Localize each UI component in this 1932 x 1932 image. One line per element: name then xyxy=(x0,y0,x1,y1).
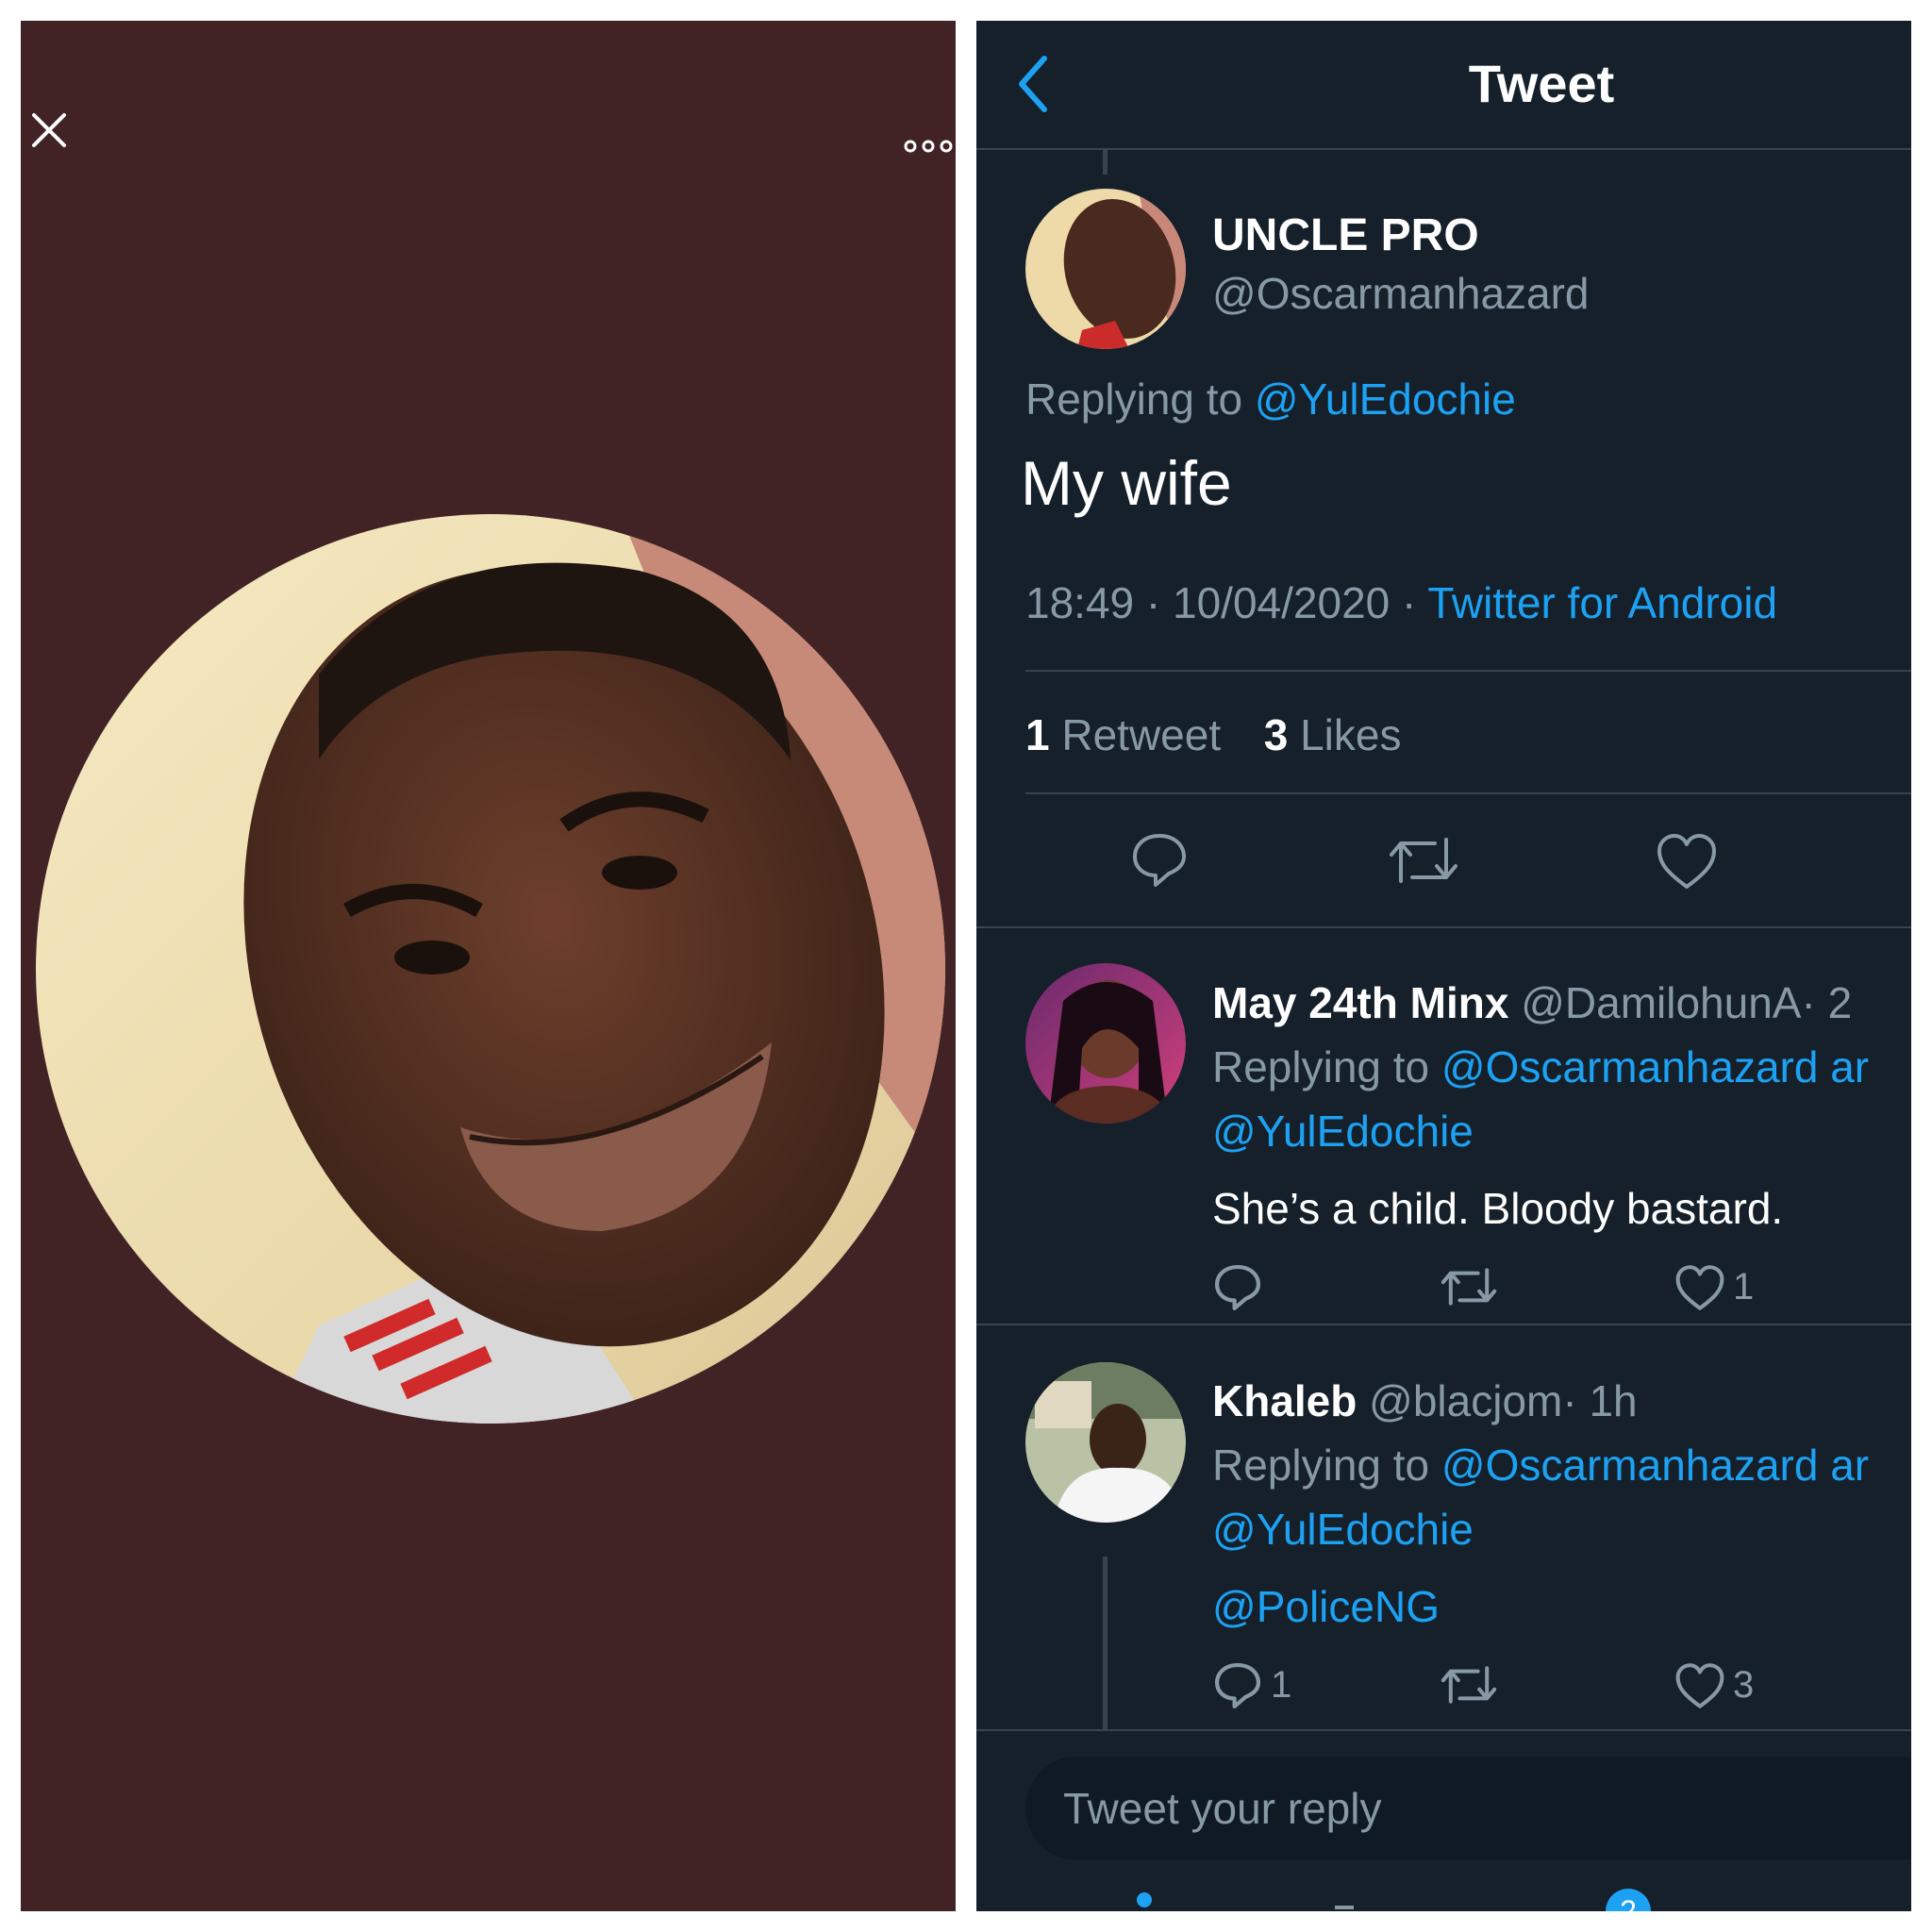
reply-time: · 1h xyxy=(1562,1376,1638,1425)
replying-label: Replying to xyxy=(1212,1042,1430,1091)
tweet-source-link[interactable]: Twitter for Android xyxy=(1427,578,1777,627)
reply-header: Khaleb @blacjom· 1h xyxy=(1212,1375,1638,1426)
meta-divider xyxy=(1025,670,1911,672)
like-icon[interactable] xyxy=(1674,1264,1725,1311)
reply-replying-to: Replying to @Oscarmanhazard ar xyxy=(1212,1041,1869,1092)
more-options-icon[interactable] xyxy=(903,138,954,155)
thread-line xyxy=(1103,150,1108,175)
tweet-meta: 18:49 · 10/04/2020 · Twitter for Android xyxy=(1025,577,1777,628)
reply-count: 1 xyxy=(1271,1664,1292,1706)
replying-to: Replying to @YulEdochie xyxy=(1025,374,1516,425)
reply-author-handle[interactable]: @DamilohunA xyxy=(1521,978,1801,1027)
retweet-icon[interactable] xyxy=(1386,830,1461,891)
reply-text[interactable]: @PoliceNG xyxy=(1212,1581,1440,1632)
reply-replying-to: Replying to @Oscarmanhazard ar xyxy=(1212,1440,1869,1491)
reply-avatar[interactable] xyxy=(1025,963,1186,1124)
reply-divider xyxy=(976,1729,1911,1731)
reply-icon[interactable] xyxy=(1212,1660,1263,1711)
tweet-detail: Tweet UNCLE PRO @Oscarmanhazard Replying… xyxy=(976,21,1911,1911)
reply-author-name[interactable]: Khaleb xyxy=(1212,1376,1357,1425)
actions-divider xyxy=(976,926,1911,928)
retweets-count[interactable]: 1 xyxy=(1025,710,1050,759)
home-nav-indicator[interactable] xyxy=(1137,1892,1152,1907)
reply-time: · 2 xyxy=(1801,978,1853,1027)
like-icon[interactable] xyxy=(1674,1662,1725,1709)
reply-author-handle[interactable]: @blacjom xyxy=(1369,1376,1562,1425)
reply-avatar[interactable] xyxy=(1025,1362,1186,1523)
reply-author-name[interactable]: May 24th Minx xyxy=(1212,978,1508,1027)
replying-handle-link[interactable]: @YulEdochie xyxy=(1212,1504,1474,1555)
header-divider xyxy=(976,148,1911,150)
retweet-icon[interactable] xyxy=(1439,1660,1499,1709)
header-title: Tweet xyxy=(1468,54,1615,113)
reply-divider xyxy=(976,1324,1911,1325)
like-count: 1 xyxy=(1733,1266,1755,1307)
like-count: 3 xyxy=(1733,1664,1755,1706)
thread-line xyxy=(1103,1557,1108,1729)
retweet-icon[interactable] xyxy=(1439,1262,1499,1311)
likes-count[interactable]: 3 xyxy=(1264,710,1289,759)
reply-text: She’s a child. Bloody bastard. xyxy=(1212,1184,1784,1233)
reply-composer[interactable]: Tweet your reply xyxy=(1025,1757,1911,1860)
replying-label: Replying to xyxy=(1212,1441,1430,1490)
notifications-badge[interactable]: 2 xyxy=(1606,1889,1651,1911)
replying-handle-link[interactable]: @YulEdochie xyxy=(1212,1106,1474,1157)
author-name[interactable]: UNCLE PRO xyxy=(1212,209,1479,261)
retweets-label[interactable]: Retweet xyxy=(1061,710,1221,759)
meta-separator: · xyxy=(1145,578,1161,627)
replying-label: Replying to xyxy=(1025,375,1243,424)
profile-photo xyxy=(36,514,945,1424)
reply-icon[interactable] xyxy=(1212,1262,1263,1313)
replying-handle-link[interactable]: @Oscarmanhazard ar xyxy=(1441,1042,1869,1091)
tweet-date: 10/04/2020 xyxy=(1173,578,1391,627)
reply-composer-placeholder: Tweet your reply xyxy=(1063,1784,1382,1833)
replying-handle-link[interactable]: @Oscarmanhazard ar xyxy=(1441,1441,1869,1490)
likes-label[interactable]: Likes xyxy=(1300,710,1401,759)
author-handle[interactable]: @Oscarmanhazard xyxy=(1212,268,1590,319)
like-icon[interactable] xyxy=(1656,832,1718,891)
stats-divider xyxy=(1025,792,1911,794)
replying-handle-link[interactable]: @YulEdochie xyxy=(1255,375,1516,424)
reply-icon[interactable] xyxy=(1129,830,1190,891)
reply-header: May 24th Minx @DamilohunA· 2 xyxy=(1212,977,1852,1028)
meta-separator: · xyxy=(1402,578,1417,627)
search-nav-icon[interactable] xyxy=(1335,1906,1354,1909)
author-avatar[interactable] xyxy=(1025,189,1186,349)
tweet-time: 18:49 xyxy=(1025,578,1135,627)
tweet-stats: 1 Retweet 3 Likes xyxy=(1025,709,1401,760)
photo-viewer xyxy=(21,21,956,1911)
close-icon[interactable] xyxy=(30,111,68,149)
tweet-text: My wife xyxy=(1021,448,1232,518)
